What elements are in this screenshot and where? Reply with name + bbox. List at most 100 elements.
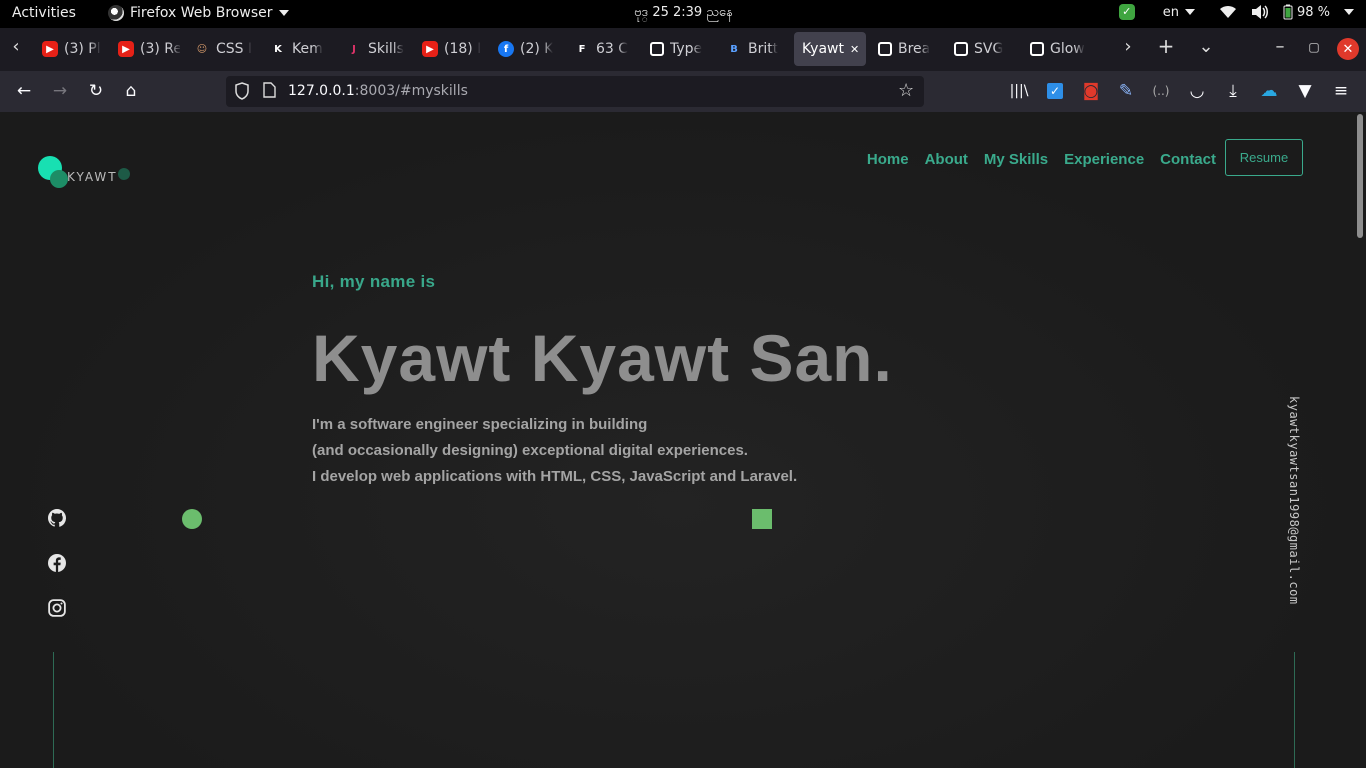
tab-label: CSS I (216, 41, 253, 57)
reload-icon[interactable]: ↻ (84, 79, 108, 103)
cloud-icon[interactable]: ☁ (1257, 79, 1281, 103)
logo-circle (50, 170, 68, 188)
colorpicker-icon[interactable]: ✎ (1114, 79, 1138, 103)
chevron-down-icon (1344, 9, 1354, 15)
nav-link-my-skills[interactable]: My Skills (984, 151, 1048, 168)
browser-tab[interactable]: ☺ CSS I (186, 32, 256, 66)
maximize-icon[interactable]: ▢ (1302, 40, 1326, 54)
back-icon[interactable]: ← (12, 79, 36, 103)
nav-link-home[interactable]: Home (867, 151, 909, 168)
tab-label: Type (670, 41, 703, 57)
k-icon: K (274, 43, 282, 55)
f-icon: F (578, 43, 586, 55)
browser-tab[interactable]: ▶ (3) Pl (34, 32, 104, 66)
nav-link-about[interactable]: About (925, 151, 968, 168)
description-line: I develop web applications with HTML, CS… (312, 468, 798, 485)
clock[interactable]: ဗုဒ္ 25 2:39 ညနေ (634, 4, 733, 23)
browser-tab[interactable]: K Kem (262, 32, 332, 66)
menu-icon[interactable]: ≡ (1329, 79, 1353, 103)
scroll-tabs-left-icon[interactable]: ‹ (4, 36, 28, 57)
shield-check-icon[interactable]: ✓ (1118, 4, 1135, 20)
url-text[interactable]: 127.0.0.1:8003/#myskills (288, 83, 468, 99)
screenshot-icon[interactable]: ◙ (1079, 79, 1103, 103)
list-tabs-icon[interactable]: ⌄ (1194, 36, 1218, 57)
url-path: :8003/#myskills (354, 83, 468, 99)
browser-tab[interactable]: J Skills (338, 32, 408, 66)
url-host: 127.0.0.1 (288, 83, 355, 99)
tab-strip: ‹ ▶ (3) Pl ▶ (3) Re ☺ CSS I K Kem J Skills ▶ (18) I… (0, 28, 1366, 71)
battery-icon (1283, 4, 1293, 20)
browser-tab[interactable]: ▶ (18) I (414, 32, 484, 66)
facebook-icon[interactable] (47, 553, 67, 573)
extension-checkbox-icon[interactable]: ✓ (1043, 79, 1067, 103)
tab-label: Skills (368, 41, 404, 57)
nav-link-experience[interactable]: Experience (1064, 151, 1144, 168)
tab-label: (3) Pl (64, 41, 101, 57)
tab-label: (18) I (444, 41, 482, 57)
github-icon[interactable] (47, 508, 67, 528)
firefox-icon (108, 5, 124, 21)
tab-label: SVG (974, 41, 1004, 57)
language-indicator[interactable]: en (1163, 5, 1195, 20)
email-link[interactable]: kyawtkyawtsan1998@gmail.com (1287, 396, 1301, 605)
tab-label: (3) Re (140, 41, 180, 57)
hero-section: Hi, my name is Kyawt Kyawt San. I'm a so… (312, 272, 1012, 485)
bookmark-star-icon[interactable]: ☆ (898, 80, 914, 101)
minimize-icon[interactable]: – (1268, 36, 1292, 57)
tab-label: (2) K (520, 41, 554, 57)
browser-tab[interactable]: F 63 C (566, 32, 636, 66)
nav-link-contact[interactable]: Contact (1160, 151, 1216, 168)
url-bar[interactable]: 127.0.0.1:8003/#myskills ☆ (226, 76, 924, 107)
browser-tab[interactable]: Type (642, 32, 712, 66)
vue-devtools-icon[interactable]: ▼ (1293, 79, 1317, 103)
j-icon: J (352, 43, 356, 55)
site-nav: Home About My Skills Experience Contact (867, 151, 1216, 168)
tab-label: Britt (748, 41, 779, 57)
chevron-down-icon (278, 10, 289, 16)
new-tab-icon[interactable]: + (1154, 34, 1178, 58)
extension-brackets-icon[interactable]: (..) (1149, 79, 1173, 103)
browser-tab[interactable]: SVG (946, 32, 1016, 66)
wifi-icon (1219, 5, 1236, 18)
navigation-toolbar: ← → ↻ ⌂ 127.0.0.1:8003/#myskills ☆ |||\ … (0, 71, 1366, 112)
site-logo[interactable]: KYAWT (38, 156, 138, 196)
app-name: Firefox Web Browser (130, 5, 273, 21)
left-vertical-line (53, 652, 54, 768)
hero-description: I'm a software engineer specializing in … (312, 412, 797, 490)
page-info-icon[interactable] (262, 82, 276, 98)
library-icon[interactable]: |||\ (1007, 79, 1031, 103)
scroll-tabs-right-icon[interactable]: › (1116, 36, 1140, 57)
browser-tab[interactable]: B Britt (718, 32, 788, 66)
browser-tab[interactable]: Kyawt ✕ (794, 32, 866, 66)
volume-icon (1251, 5, 1268, 19)
decorative-square (752, 509, 772, 529)
forward-icon[interactable]: → (48, 79, 72, 103)
page-scrollbar[interactable] (1354, 112, 1366, 768)
tab-label: Glow (1050, 41, 1085, 57)
browser-tab[interactable]: Glow (1022, 32, 1092, 66)
close-tab-icon[interactable]: ✕ (850, 43, 859, 56)
pocket-icon[interactable]: ◡ (1185, 79, 1209, 103)
activities-button[interactable]: Activities (12, 5, 76, 21)
codepen-icon (650, 42, 664, 56)
web-page: KYAWT Home About My Skills Experience Contac… (0, 112, 1354, 768)
system-tray[interactable]: ✓ en 98 % (1118, 4, 1354, 20)
browser-tab[interactable]: f (2) K (490, 32, 560, 66)
hero-name: Kyawt Kyawt San. (312, 321, 893, 395)
browser-tab[interactable]: Brea (870, 32, 940, 66)
browser-tab[interactable]: ▶ (3) Re (110, 32, 180, 66)
shield-icon[interactable] (234, 82, 250, 100)
resume-button[interactable]: Resume (1225, 139, 1303, 176)
home-icon[interactable]: ⌂ (119, 79, 143, 103)
close-window-icon[interactable]: ✕ (1337, 38, 1359, 60)
youtube-icon: ▶ (118, 41, 134, 57)
app-menu[interactable]: Firefox Web Browser (108, 5, 289, 21)
logo-circle (118, 168, 130, 180)
tab-label: Brea (898, 41, 931, 57)
downloads-icon[interactable]: ⤓ (1221, 79, 1245, 103)
instagram-icon[interactable] (47, 598, 67, 618)
codepen-icon (878, 42, 892, 56)
tab-label: 63 C (596, 41, 629, 57)
scrollbar-thumb[interactable] (1357, 114, 1363, 238)
chevron-down-icon (1184, 9, 1195, 15)
